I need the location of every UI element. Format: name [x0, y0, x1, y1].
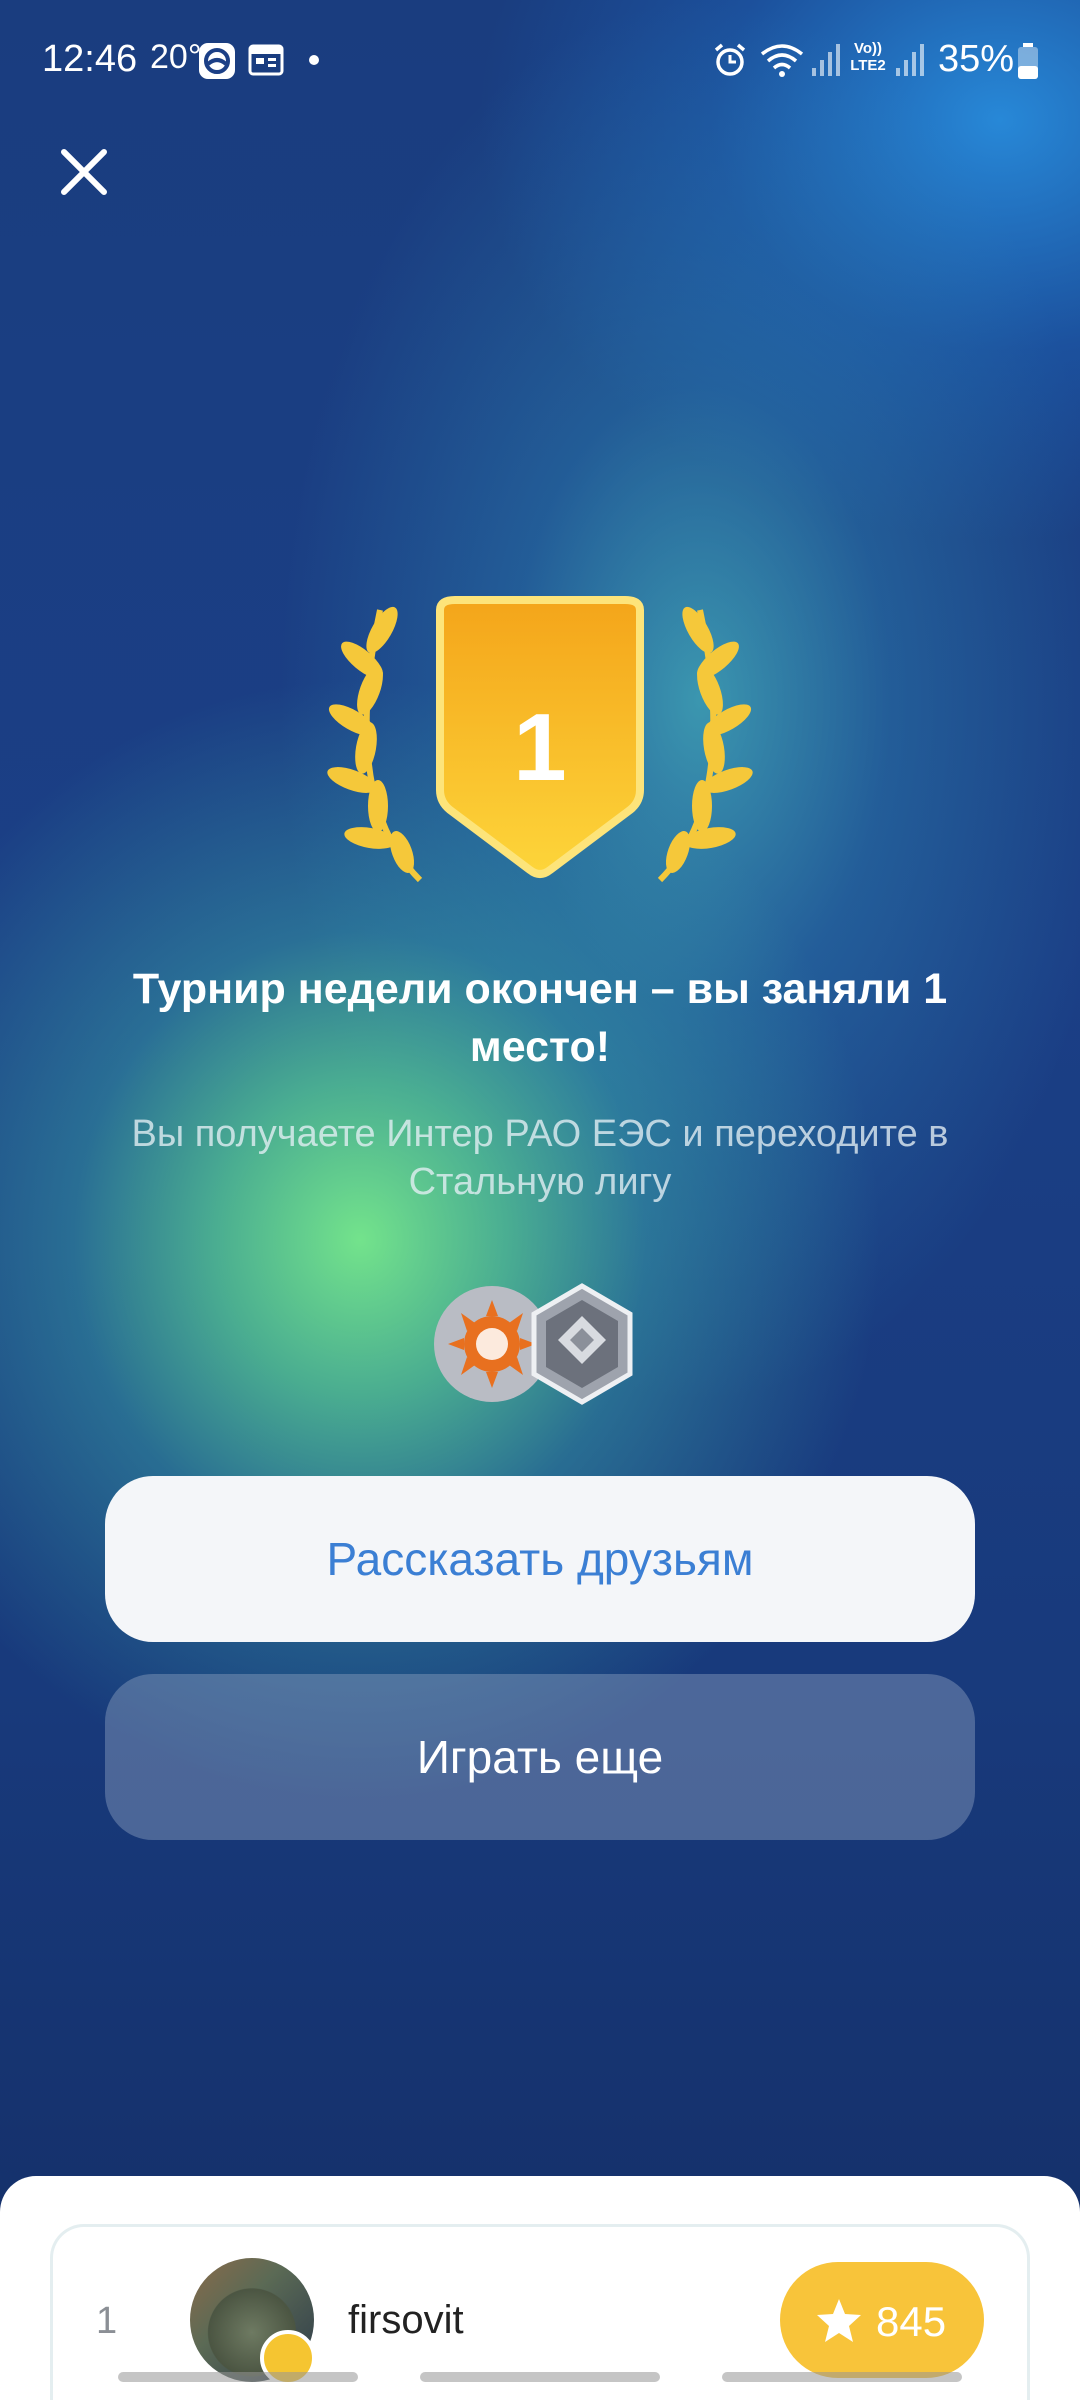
- status-time: 12:46: [42, 38, 138, 80]
- star-icon: [817, 2299, 861, 2342]
- play-again-label: Играть еще: [416, 1731, 664, 1783]
- nav-recents-handle[interactable]: [118, 2372, 358, 2382]
- place-number: 1: [513, 694, 566, 801]
- alarm-icon: [714, 43, 746, 76]
- battery-percentage: 35%: [938, 38, 1015, 80]
- leaderboard-rank: 1: [96, 2300, 118, 2342]
- wifi-icon: [760, 44, 804, 77]
- close-icon[interactable]: [52, 140, 116, 204]
- result-title: Турнир недели окончен – вы заняли 1 мест…: [132, 965, 948, 1071]
- nav-back-handle[interactable]: [722, 2372, 962, 2382]
- reward-badges: [430, 1280, 650, 1410]
- status-temperature: 20°: [150, 38, 202, 76]
- calendar-icon: [248, 44, 284, 76]
- laurel-trophy-icon: 1: [327, 596, 753, 883]
- battery-icon: [1018, 43, 1038, 79]
- score-value: 845: [876, 2298, 947, 2345]
- notification-dot-icon: [309, 55, 319, 65]
- signal-icon: [812, 44, 840, 76]
- share-with-friends-button[interactable]: Рассказать друзьям: [105, 1476, 975, 1642]
- leaderboard-username: firsovit: [348, 2298, 464, 2342]
- status-bar: 12:46 20° Vo)) LTE2 35%: [0, 0, 1080, 120]
- result-subtitle: Вы получаете Интер РАО ЕЭС и переходите …: [131, 1113, 949, 1203]
- weather-icon: [199, 43, 235, 79]
- steel-league-icon: [531, 1283, 633, 1405]
- share-button-label: Рассказать друзьям: [326, 1533, 754, 1585]
- play-again-button[interactable]: Играть еще: [105, 1674, 975, 1840]
- nav-home-handle[interactable]: [420, 2372, 660, 2382]
- volte-icon: Vo)) LTE2: [850, 40, 886, 74]
- trophy-emblem: 1: [300, 580, 780, 900]
- signal-icon-2: [896, 44, 924, 76]
